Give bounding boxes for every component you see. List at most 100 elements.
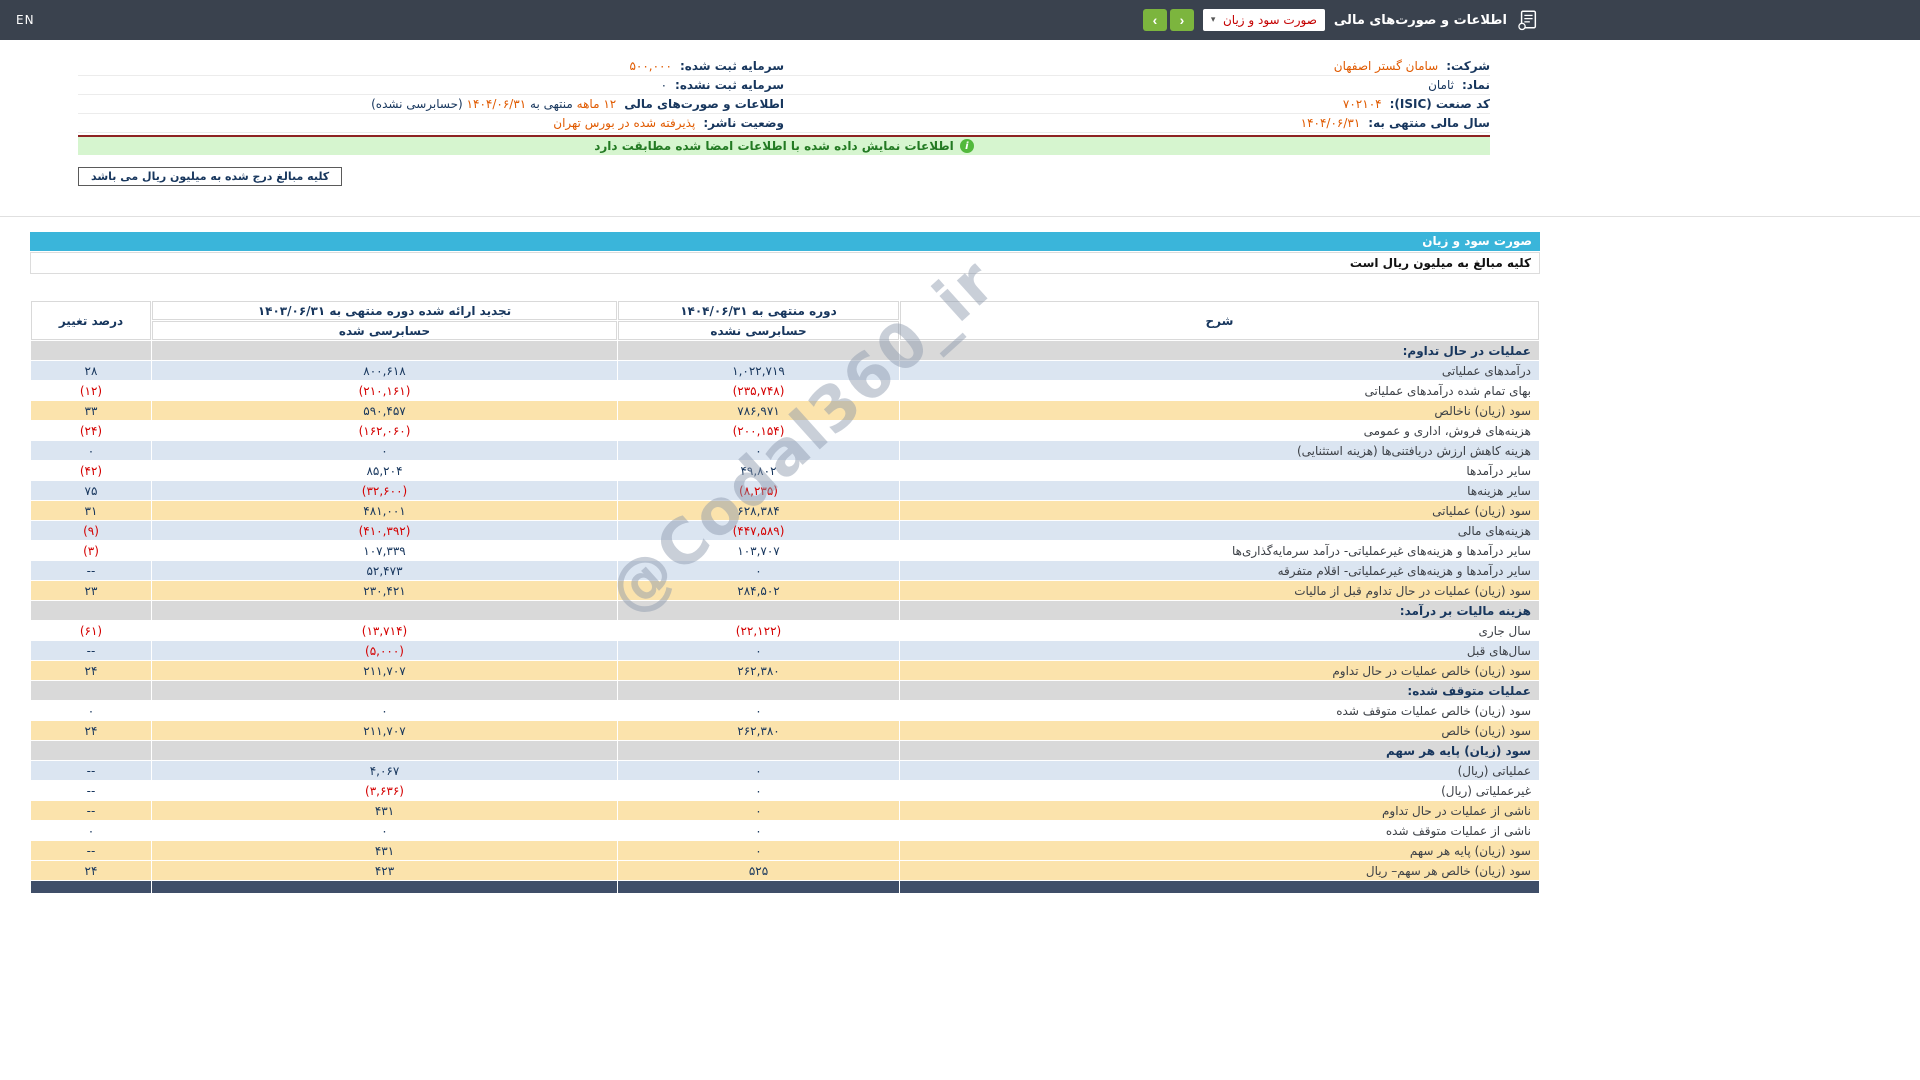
value-current-period: ۶۲۸,۳۸۴ <box>618 501 899 520</box>
row-label: سایر درآمدها و هزینه‌های غیرعملیاتی- اقل… <box>900 561 1539 580</box>
info-label: اطلاعات و صورت‌های مالی <box>624 97 784 111</box>
value-prior-period <box>152 601 617 620</box>
million-rial-note: کلیه مبالغ درج شده به میلیون ریال می باش… <box>78 167 342 186</box>
info-value: ۰ <box>661 78 667 92</box>
info-value: ۵۰۰,۰۰۰ <box>629 59 672 73</box>
value-current-period: ۱۰۳,۷۰۷ <box>618 541 899 560</box>
value-percent-change: ۳۱ <box>31 501 151 520</box>
next-report-button[interactable]: › <box>1170 9 1194 31</box>
statement-row: سال‌های قبل۰(۵,۰۰۰)-- <box>31 641 1539 660</box>
value-current-period: (۲۰۰,۱۵۴) <box>618 421 899 440</box>
row-label: هزینه‌های مالی <box>900 521 1539 540</box>
row-label: عملیاتی (ریال) <box>900 761 1539 780</box>
value-percent-change <box>31 601 151 620</box>
company-info-item: شرکت:سامان گستر اصفهان <box>784 57 1490 76</box>
col-header-current-period: دوره منتهی به ۱۴۰۴/۰۶/۳۱ <box>618 301 899 320</box>
value-current-period: ۰ <box>618 761 899 780</box>
info-icon: i <box>960 139 974 153</box>
language-toggle-en[interactable]: EN <box>16 13 35 27</box>
value-percent-change: ۲۴ <box>31 721 151 740</box>
value-percent-change: ۲۳ <box>31 581 151 600</box>
income-statement-section: صورت سود و زیان کلیه مبالغ به میلیون ریا… <box>30 232 1540 894</box>
info-label: نماد: <box>1462 78 1490 92</box>
value-current-period <box>618 681 899 700</box>
value-prior-period: ۵۲,۴۷۳ <box>152 561 617 580</box>
value-percent-change: ۲۴ <box>31 861 151 880</box>
row-label: سال‌های قبل <box>900 641 1539 660</box>
value-percent-change: ۲۴ <box>31 661 151 680</box>
value-current-period <box>618 601 899 620</box>
statement-row: سال جاری(۲۲,۱۲۲)(۱۳,۷۱۴)(۶۱) <box>31 621 1539 640</box>
value-current-period: ۰ <box>618 821 899 840</box>
value-percent-change: -- <box>31 801 151 820</box>
divider <box>0 216 1920 217</box>
value-prior-period: ۰ <box>152 701 617 720</box>
value-prior-period: ۰ <box>152 821 617 840</box>
statement-row: سایر درآمدها۴۹,۸۰۲۸۵,۲۰۴(۴۲) <box>31 461 1539 480</box>
statement-title-bar: صورت سود و زیان <box>30 232 1540 251</box>
value-prior-period: (۱۳,۷۱۴) <box>152 621 617 640</box>
value-prior-period <box>152 341 617 360</box>
topbar: اطلاعات و صورت‌های مالی صورت سود و زیان … <box>0 0 1920 40</box>
statement-row: سایر هزینه‌ها(۸,۲۳۵)(۳۲,۶۰۰)۷۵ <box>31 481 1539 500</box>
value-percent-change <box>31 341 151 360</box>
statement-row: سود (زیان) خالص عملیات در حال تداوم۲۶۲,۳… <box>31 661 1539 680</box>
financial-report-icon <box>1516 8 1540 32</box>
value-prior-period: (۲۱۰,۱۶۱) <box>152 381 617 400</box>
info-value: ۱۴۰۴/۰۶/۳۱ <box>1301 116 1361 130</box>
value-percent-change: -- <box>31 561 151 580</box>
value-percent-change: (۴۲) <box>31 461 151 480</box>
value-current-period: ۰ <box>618 701 899 720</box>
statement-row: بهای تمام شده درآمدهای عملیاتی(۲۳۵,۷۴۸)(… <box>31 381 1539 400</box>
info-value: ۷۰۲۱۰۴ <box>1343 97 1382 111</box>
value-percent-change <box>31 881 151 893</box>
row-label: سال جاری <box>900 621 1539 640</box>
value-prior-period: (۳,۶۳۶) <box>152 781 617 800</box>
value-prior-period: ۴,۰۶۷ <box>152 761 617 780</box>
value-prior-period: (۱۶۲,۰۶۰) <box>152 421 617 440</box>
value-percent-change: -- <box>31 841 151 860</box>
notice-text: اطلاعات نمایش داده شده با اطلاعات امضا ش… <box>594 139 954 153</box>
value-prior-period <box>152 881 617 893</box>
row-label <box>900 881 1539 893</box>
statement-row: ناشی از عملیات در حال تداوم۰۴۳۱-- <box>31 801 1539 820</box>
value-percent-change: (۶۱) <box>31 621 151 640</box>
row-label: عملیات در حال تداوم: <box>900 341 1539 360</box>
value-prior-period <box>152 741 617 760</box>
info-label: سال مالی منتهی به: <box>1368 116 1490 130</box>
company-info-section: شرکت:سامان گستر اصفهان سرمایه ثبت شده:۵۰… <box>78 57 1490 133</box>
value-percent-change: (۱۲) <box>31 381 151 400</box>
prev-report-button[interactable]: ‹ <box>1143 9 1167 31</box>
value-prior-period: (۵,۰۰۰) <box>152 641 617 660</box>
statement-row: هزینه‌های فروش، اداری و عمومی(۲۰۰,۱۵۴)(۱… <box>31 421 1539 440</box>
row-label: هزینه‌های فروش، اداری و عمومی <box>900 421 1539 440</box>
report-type-selected-value: صورت سود و زیان <box>1223 13 1317 27</box>
row-label: سایر درآمدها و هزینه‌های غیرعملیاتی- درآ… <box>900 541 1539 560</box>
row-label: هزینه مالیات بر درآمد: <box>900 601 1539 620</box>
row-label: سود (زیان) عملیاتی <box>900 501 1539 520</box>
value-prior-period: ۴۸۱,۰۰۱ <box>152 501 617 520</box>
topbar-content: اطلاعات و صورت‌های مالی صورت سود و زیان … <box>1143 0 1540 40</box>
report-type-dropdown[interactable]: صورت سود و زیان ▾ <box>1203 9 1325 31</box>
company-info-item: کد صنعت (ISIC):۷۰۲۱۰۴ <box>784 95 1490 114</box>
value-prior-period: (۴۱۰,۳۹۲) <box>152 521 617 540</box>
page-title: اطلاعات و صورت‌های مالی <box>1334 13 1507 28</box>
info-label: سرمایه ثبت نشده: <box>675 78 784 92</box>
statement-row: هزینه‌های مالی(۴۴۷,۵۸۹)(۴۱۰,۳۹۲)(۹) <box>31 521 1539 540</box>
value-current-period: ۷۸۶,۹۷۱ <box>618 401 899 420</box>
value-prior-period: ۴۳۱ <box>152 801 617 820</box>
value-current-period: (۴۴۷,۵۸۹) <box>618 521 899 540</box>
statement-row: سود (زیان) خالص۲۶۲,۳۸۰۲۱۱,۷۰۷۲۴ <box>31 721 1539 740</box>
statement-row: سود (زیان) عملیات در حال تداوم قبل از ما… <box>31 581 1539 600</box>
row-label: عملیات متوقف شده: <box>900 681 1539 700</box>
value-prior-period: ۸۰۰,۶۱۸ <box>152 361 617 380</box>
info-value: منتهی به <box>530 97 573 111</box>
statement-row: سایر درآمدها و هزینه‌های غیرعملیاتی- اقل… <box>31 561 1539 580</box>
col-header-percent-change: درصد تغییر <box>31 301 151 340</box>
value-percent-change: -- <box>31 641 151 660</box>
section-row: عملیات متوقف شده: <box>31 681 1539 700</box>
value-prior-period: ۸۵,۲۰۴ <box>152 461 617 480</box>
value-percent-change: (۹) <box>31 521 151 540</box>
row-label: سود (زیان) خالص هر سهم– ریال <box>900 861 1539 880</box>
value-prior-period: ۴۲۳ <box>152 861 617 880</box>
